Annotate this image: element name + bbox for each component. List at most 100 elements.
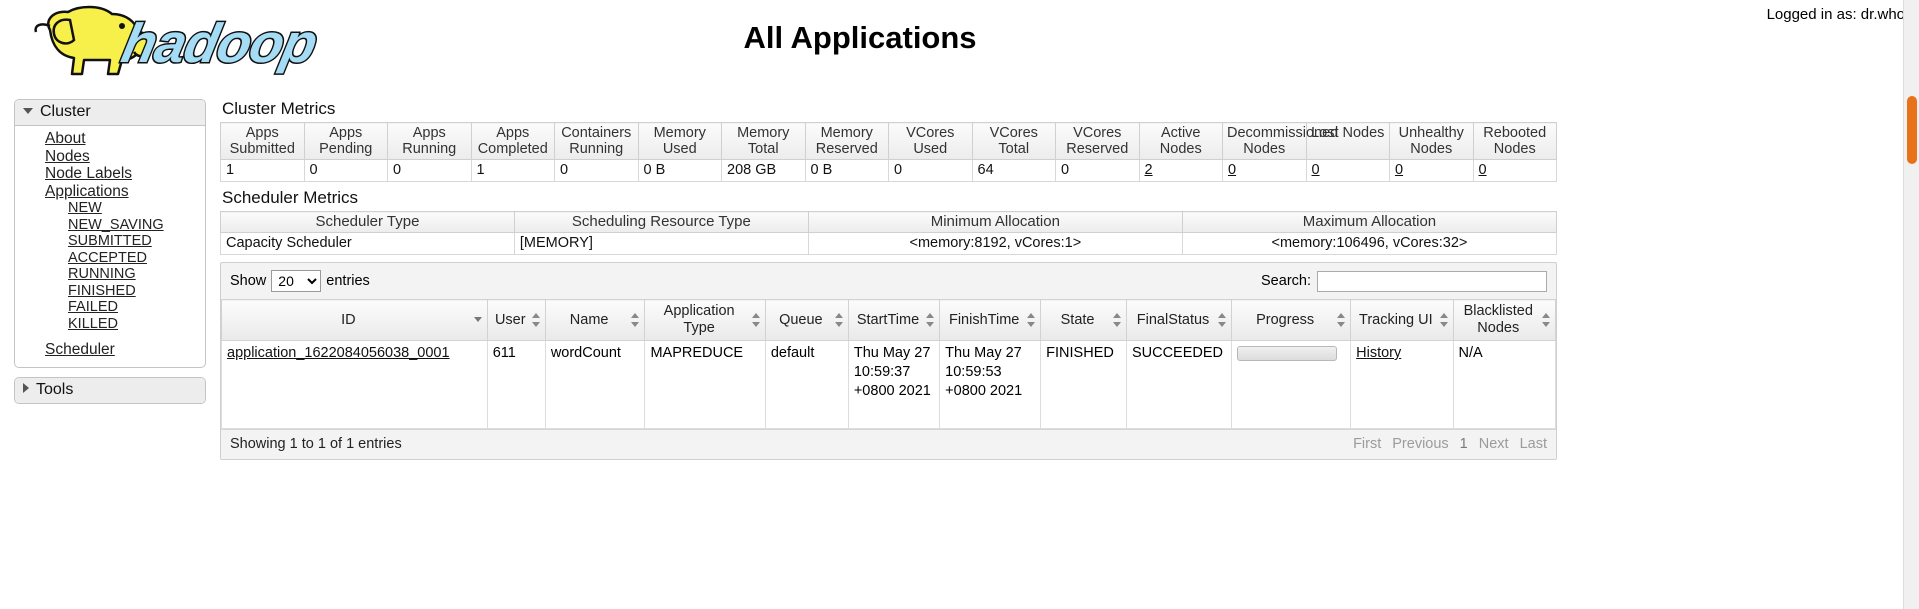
th-starttime[interactable]: StartTime (848, 299, 941, 341)
datatable-footer: Showing 1 to 1 of 1 entries First Previo… (221, 429, 1556, 459)
sidebar-item-new[interactable]: NEW (15, 200, 205, 217)
applications-header-row: ID User Name Application Type Queue Star… (221, 299, 1557, 341)
th-id[interactable]: ID (221, 299, 488, 341)
show-label: Show (230, 273, 267, 289)
page-length-label: Show 20 40 60 80 100 entries (230, 270, 370, 292)
val-memory-used: 0 B (637, 159, 722, 182)
sort-desc-icon (473, 313, 483, 327)
page-length-control: Show 20 40 60 80 100 entries (230, 270, 370, 292)
page-next-button[interactable]: Next (1479, 436, 1509, 452)
hadoop-logo-icon: hadoop (34, 5, 324, 75)
val-vcores-total: 64 (971, 159, 1056, 182)
sidebar-item-accepted[interactable]: ACCEPTED (15, 250, 205, 267)
cell-blacklisted-nodes: N/A (1453, 340, 1557, 429)
page-length-select[interactable]: 20 40 60 80 100 (271, 270, 322, 292)
sidebar-item-applications[interactable]: Applications (15, 183, 205, 201)
th-blacklisted-nodes-label: Blacklisted Nodes (1463, 303, 1533, 336)
th-tracking-ui[interactable]: Tracking UI (1350, 299, 1454, 341)
sidebar-item-submitted[interactable]: SUBMITTED (15, 233, 205, 250)
th-application-type[interactable]: Application Type (644, 299, 766, 341)
th-finishtime[interactable]: FinishTime (939, 299, 1042, 341)
vertical-scrollbar[interactable] (1903, 0, 1919, 609)
col-apps-running: Apps Running (387, 122, 472, 160)
scheduler-metrics-header-row: Scheduler Type Scheduling Resource Type … (220, 211, 1558, 233)
val-unhealthy-nodes: 0 (1389, 159, 1474, 182)
th-finalstatus[interactable]: FinalStatus (1126, 299, 1233, 341)
datatable-info: Showing 1 to 1 of 1 entries (230, 436, 402, 452)
sidebar-item-scheduler[interactable]: Scheduler (15, 341, 205, 359)
th-queue[interactable]: Queue (765, 299, 849, 341)
sidebar-item-running[interactable]: RUNNING (15, 266, 205, 283)
th-blacklisted-nodes[interactable]: Blacklisted Nodes (1453, 299, 1557, 341)
cluster-metrics-title: Cluster Metrics (222, 99, 336, 118)
th-tracking-ui-label: Tracking UI (1359, 311, 1433, 328)
val-minimum-allocation: <memory:8192, vCores:1> (807, 232, 1183, 255)
caret-down-icon (23, 107, 33, 114)
logged-in-status: Logged in as: dr.who (1766, 6, 1905, 23)
search-label: Search: (1261, 273, 1311, 289)
sort-both-icon (1439, 313, 1449, 327)
search-input[interactable] (1317, 270, 1547, 292)
sidebar-item-new-saving[interactable]: NEW_SAVING (15, 217, 205, 234)
tools-panel-header[interactable]: Tools (15, 377, 205, 403)
col-memory-used: Memory Used (637, 122, 722, 160)
cluster-metrics-header-row: Apps Submitted Apps Pending Apps Running… (220, 122, 1557, 160)
val-rebooted-nodes: 0 (1472, 159, 1557, 182)
th-name[interactable]: Name (545, 299, 646, 341)
sidebar-item-nodes[interactable]: Nodes (15, 148, 205, 166)
val-apps-running: 0 (387, 159, 472, 182)
sort-both-icon (531, 313, 541, 327)
cell-tracking-ui: History (1350, 340, 1454, 429)
sort-both-icon (751, 313, 761, 327)
th-user[interactable]: User (487, 299, 546, 341)
scheduler-metrics-table: Scheduler Type Scheduling Resource Type … (220, 211, 1558, 255)
tools-panel: Tools (14, 376, 206, 404)
decommissioned-nodes-link[interactable]: 0 (1228, 162, 1236, 178)
application-id-link[interactable]: application_1622084056038_0001 (227, 345, 450, 361)
active-nodes-link[interactable]: 2 (1145, 162, 1153, 178)
page-last-button[interactable]: Last (1520, 436, 1547, 452)
page-previous-button[interactable]: Previous (1392, 436, 1448, 452)
val-active-nodes: 2 (1138, 159, 1223, 182)
val-scheduler-type: Capacity Scheduler (220, 232, 515, 255)
th-name-label: Name (569, 311, 609, 328)
scheduler-metrics-value-row: Capacity Scheduler [MEMORY] <memory:8192… (220, 232, 1558, 255)
val-vcores-used: 0 (888, 159, 973, 182)
scrollbar-thumb[interactable] (1907, 96, 1917, 164)
rebooted-nodes-link[interactable]: 0 (1479, 162, 1487, 178)
val-lost-nodes: 0 (1305, 159, 1390, 182)
col-vcores-total: VCores Total (971, 122, 1056, 160)
sort-both-icon (1542, 313, 1551, 327)
val-scheduling-resource-type: [MEMORY] (513, 232, 809, 255)
col-vcores-used: VCores Used (888, 122, 973, 160)
th-state[interactable]: State (1040, 299, 1127, 341)
sidebar-item-killed[interactable]: KILLED (15, 316, 205, 333)
cell-starttime: Thu May 27 10:59:37 +0800 2021 (848, 340, 941, 429)
page-number-1[interactable]: 1 (1460, 436, 1468, 452)
th-state-label: State (1060, 311, 1095, 328)
lost-nodes-link[interactable]: 0 (1312, 162, 1320, 178)
sidebar-item-about[interactable]: About (15, 130, 205, 148)
val-apps-pending: 0 (303, 159, 388, 182)
col-lost-nodes: Lost Nodes (1305, 122, 1390, 160)
sidebar-item-finished[interactable]: FINISHED (15, 283, 205, 300)
tracking-ui-link[interactable]: History (1356, 345, 1401, 361)
page-first-button[interactable]: First (1353, 436, 1381, 452)
tools-panel-label: Tools (36, 380, 74, 398)
entries-label: entries (326, 273, 370, 289)
sidebar-item-failed[interactable]: FAILED (15, 299, 205, 316)
cluster-metrics-table: Apps Submitted Apps Pending Apps Running… (220, 122, 1557, 182)
th-progress[interactable]: Progress (1231, 299, 1352, 341)
th-application-type-label: Application Type (663, 303, 735, 336)
col-decommissioned-nodes: Decommissioned Nodes (1222, 122, 1338, 160)
hadoop-logo[interactable]: hadoop (14, 2, 334, 84)
cluster-panel: Cluster About Nodes Node Labels Applicat… (14, 99, 206, 368)
unhealthy-nodes-link[interactable]: 0 (1395, 162, 1403, 178)
sidebar-item-node-labels[interactable]: Node Labels (15, 165, 205, 183)
th-user-label: User (494, 311, 526, 328)
cluster-metrics-value-row: 1 0 0 1 0 0 B 208 GB 0 B 0 64 0 2 0 0 0 … (220, 159, 1557, 182)
caret-right-icon (23, 383, 29, 394)
cell-name: wordCount (545, 340, 646, 429)
cluster-panel-header[interactable]: Cluster (15, 100, 205, 126)
